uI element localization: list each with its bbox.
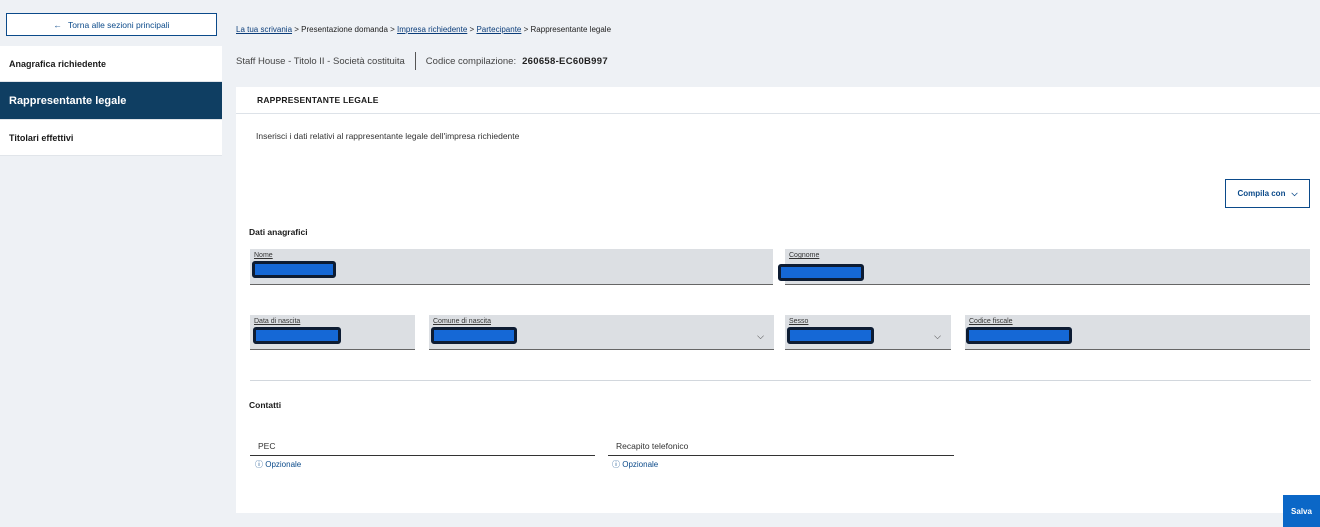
- code-label: Codice compilazione:: [425, 55, 517, 67]
- chevron-down-icon: ⌵: [757, 331, 764, 341]
- save-button[interactable]: Salva: [1283, 495, 1320, 527]
- section-title-contatti: Contatti: [249, 400, 282, 410]
- sesso-select[interactable]: Sesso ⌵: [785, 315, 951, 350]
- nome-field[interactable]: Nome: [250, 249, 773, 285]
- data-nascita-field[interactable]: Data di nascita: [250, 315, 415, 350]
- breadcrumb-link-impresa[interactable]: Impresa richiedente: [397, 25, 467, 34]
- cognome-field[interactable]: Cognome: [778, 249, 1310, 285]
- sidebar-nav: Anagrafica richiedente Rappresentante le…: [0, 46, 222, 156]
- redacted-value: [431, 327, 517, 344]
- compilation-info: Staff House - Titolo II - Società costit…: [236, 50, 608, 72]
- chevron-down-icon: ⌵: [934, 331, 941, 341]
- section-title-anagrafici: Dati anagrafici: [249, 227, 308, 237]
- breadcrumb-link-scrivania[interactable]: La tua scrivania: [236, 25, 292, 34]
- section-divider: [250, 380, 1311, 381]
- breadcrumb-link-partecipante[interactable]: Partecipante: [476, 25, 521, 34]
- comune-nascita-label: Comune di nascita: [433, 318, 491, 325]
- nome-label: Nome: [254, 252, 273, 259]
- sesso-label: Sesso: [789, 318, 809, 325]
- breadcrumb-separator: >: [390, 25, 395, 34]
- info-icon: ⓘ: [612, 460, 620, 469]
- breadcrumb-item-presentazione: Presentazione domanda: [301, 25, 388, 34]
- redacted-value: [787, 327, 874, 344]
- redacted-value: [252, 261, 336, 278]
- compila-con-label: Compila con: [1237, 189, 1286, 198]
- breadcrumb-separator: >: [469, 25, 475, 34]
- codice-fiscale-label: Codice fiscale: [969, 318, 1013, 325]
- comune-nascita-select[interactable]: Comune di nascita ⌵: [429, 315, 774, 350]
- vertical-divider: [414, 52, 416, 70]
- compila-con-button[interactable]: Compila con ⌵: [1225, 179, 1310, 208]
- redacted-value: [778, 264, 864, 281]
- recapito-optional-hint: ⓘ Opzionale: [612, 459, 658, 470]
- recapito-telefonico-field[interactable]: Recapito telefonico: [608, 434, 954, 456]
- main-form-card: RAPPRESENTANTE LEGALE Inserisci i dati r…: [236, 87, 1320, 513]
- page-title: RAPPRESENTANTE LEGALE: [236, 87, 1320, 114]
- codice-fiscale-field[interactable]: Codice fiscale: [965, 315, 1310, 350]
- code-value: 260658-EC60B997: [522, 55, 608, 67]
- sidebar-item-rappresentante[interactable]: Rappresentante legale: [0, 82, 222, 120]
- breadcrumb: La tua scrivania > Presentazione domanda…: [236, 25, 611, 34]
- optional-label: Opzionale: [622, 460, 659, 469]
- info-icon: ⓘ: [255, 460, 263, 469]
- data-nascita-label: Data di nascita: [254, 318, 301, 325]
- pec-field[interactable]: PEC: [250, 434, 595, 456]
- intro-text: Inserisci i dati relativi al rappresenta…: [256, 131, 520, 141]
- breadcrumb-separator: >: [523, 25, 529, 34]
- redacted-value: [966, 327, 1072, 344]
- pec-label: PEC: [258, 441, 276, 451]
- context-label: Staff House - Titolo II - Società costit…: [236, 55, 405, 67]
- recapito-label: Recapito telefonico: [616, 441, 689, 451]
- back-to-sections-button[interactable]: ← Torna alle sezioni principali: [6, 13, 217, 36]
- sidebar-item-anagrafica[interactable]: Anagrafica richiedente: [0, 46, 222, 82]
- breadcrumb-item-current: Rappresentante legale: [530, 25, 612, 34]
- chevron-down-icon: ⌵: [1291, 188, 1298, 198]
- optional-label: Opzionale: [265, 460, 302, 469]
- cognome-label: Cognome: [789, 252, 820, 259]
- back-to-sections-label: Torna alle sezioni principali: [67, 19, 170, 30]
- pec-optional-hint: ⓘ Opzionale: [255, 459, 301, 470]
- arrow-left-icon: ←: [53, 19, 62, 30]
- sidebar-item-titolari[interactable]: Titolari effettivi: [0, 120, 222, 156]
- redacted-value: [253, 327, 341, 344]
- breadcrumb-separator: >: [294, 25, 299, 34]
